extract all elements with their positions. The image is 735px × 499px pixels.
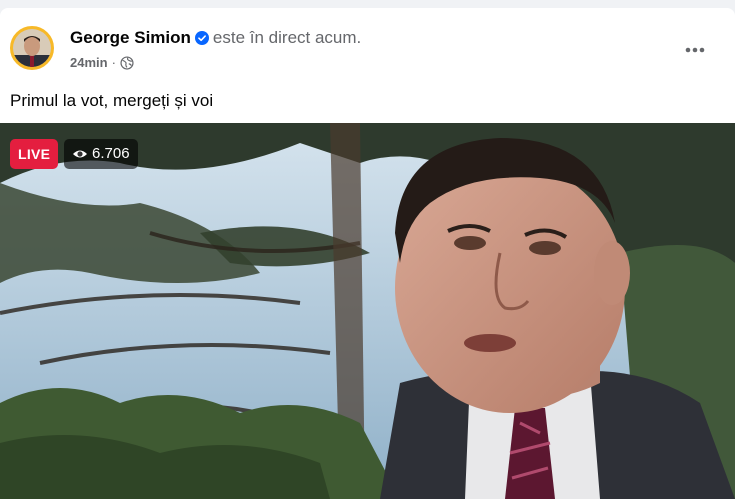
post-text: Primul la vot, mergeți și voi — [10, 91, 214, 110]
video-frame — [0, 123, 735, 499]
post-card: George Simion este în direct acum. 24min ·… — [0, 8, 735, 499]
globe-icon[interactable] — [120, 56, 134, 73]
post-timestamp[interactable]: 24min — [70, 55, 108, 70]
live-status-text: este în direct acum. — [212, 28, 362, 47]
more-options-icon — [685, 47, 705, 53]
author-name[interactable]: George Simion — [70, 28, 191, 47]
meta-separator: · — [111, 55, 116, 70]
viewer-count-badge: 6.706 — [64, 139, 138, 169]
live-badge: LIVE — [10, 139, 59, 169]
author-avatar[interactable] — [10, 26, 54, 70]
post-meta: 24min · — [70, 55, 134, 73]
post-header: George Simion este în direct acum. 24min · — [10, 26, 735, 74]
viewer-count: 6.706 — [92, 145, 130, 162]
live-video-player[interactable]: LIVE 6.706 — [0, 123, 735, 499]
eye-icon — [72, 142, 88, 172]
verified-badge-icon — [194, 30, 209, 50]
author-line: George Simion este în direct acum. — [70, 28, 361, 50]
more-options-button[interactable] — [677, 32, 713, 68]
